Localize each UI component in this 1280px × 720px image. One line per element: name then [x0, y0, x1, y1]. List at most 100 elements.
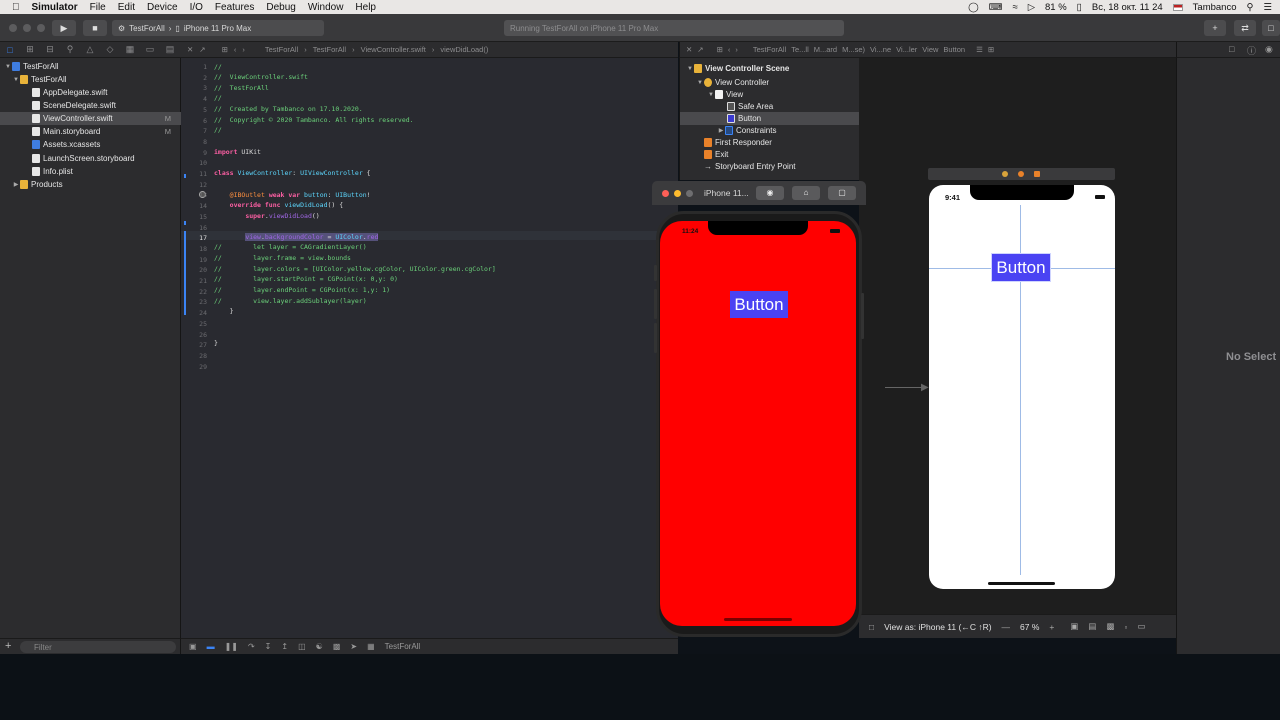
- view-as-label[interactable]: View as: iPhone 11 (←C ↑R): [884, 622, 991, 632]
- line-number[interactable]: 29: [181, 363, 207, 371]
- line-number[interactable]: 10: [181, 159, 207, 167]
- ib-breadcrumb-3[interactable]: M...se): [842, 45, 865, 54]
- nav-item-appdelegate[interactable]: AppDelegate.swift: [0, 86, 181, 99]
- nav-item-viewcontroller[interactable]: ViewController.swift M: [0, 112, 181, 125]
- line-number[interactable]: 17: [181, 234, 207, 242]
- code-review-button[interactable]: ⇄: [1234, 20, 1256, 36]
- battery-percent[interactable]: 81 %: [1045, 2, 1067, 13]
- outline-scene[interactable]: ▼ View Controller Scene: [680, 62, 860, 75]
- simulator-screen[interactable]: 11:24 Button: [660, 221, 856, 626]
- back-icon[interactable]: ‹: [728, 45, 731, 54]
- breakpoints-toggle-icon[interactable]: ▬: [207, 642, 215, 651]
- disclosure-closed-icon[interactable]: ▶: [12, 181, 20, 188]
- step-in-icon[interactable]: ↧: [265, 642, 272, 651]
- disclosure-open-icon[interactable]: ▼: [696, 80, 704, 86]
- debug-icon[interactable]: ▦: [120, 44, 140, 55]
- ib-breadcrumb-5[interactable]: Vi...ler: [896, 45, 917, 54]
- keyboard-icon[interactable]: ⌨: [989, 2, 1003, 13]
- breadcrumb-group[interactable]: TestForAll: [313, 45, 346, 54]
- storyboard-button[interactable]: Button: [991, 253, 1051, 282]
- line-number[interactable]: 25: [181, 320, 207, 328]
- line-number[interactable]: 27: [181, 341, 207, 349]
- resolve-icon[interactable]: ▭: [1138, 621, 1146, 632]
- line-number[interactable]: 16: [181, 224, 207, 232]
- disclosure-closed-icon[interactable]: ▶: [717, 127, 725, 134]
- menu-window[interactable]: Window: [308, 2, 344, 13]
- menu-file[interactable]: File: [90, 2, 106, 13]
- volume-icon[interactable]: ▷: [1028, 2, 1035, 13]
- line-number[interactable]: 13: [181, 191, 207, 199]
- close-window-button[interactable]: [9, 24, 17, 32]
- nav-item-assets[interactable]: Assets.xcassets: [0, 138, 181, 151]
- expand-icon[interactable]: ↗: [199, 45, 205, 54]
- breadcrumb-file[interactable]: ViewController.swift: [361, 45, 426, 54]
- step-over-icon[interactable]: ↷: [248, 642, 255, 651]
- help-icon[interactable]: ⓘ: [1247, 44, 1256, 57]
- battery-icon[interactable]: ▯: [1077, 2, 1082, 13]
- ib-breadcrumb-2[interactable]: M...ard: [814, 45, 837, 54]
- minimize-window-button[interactable]: [23, 24, 31, 32]
- memory-graph-icon[interactable]: ☯: [316, 642, 323, 651]
- panel-icon[interactable]: ⊞: [988, 45, 994, 54]
- line-number[interactable]: 4: [181, 95, 207, 103]
- ib-breadcrumb-7[interactable]: Button: [943, 45, 965, 54]
- nav-item-launchscreen[interactable]: LaunchScreen.storyboard: [0, 152, 181, 165]
- breakpoint-icon[interactable]: ▭: [140, 44, 160, 55]
- scene-view[interactable]: 9:41 Button: [929, 185, 1115, 589]
- test-icon[interactable]: ◇: [100, 44, 120, 55]
- rotate-button[interactable]: ▢: [828, 186, 856, 200]
- breadcrumb-project[interactable]: TestForAll: [265, 45, 298, 54]
- outline-toggle-icon[interactable]: □: [869, 622, 874, 632]
- code-editor[interactable]: // // ViewController.swift // TestForAll…: [181, 58, 678, 638]
- align-icon[interactable]: ▩: [1106, 621, 1114, 632]
- app-button[interactable]: Button: [730, 291, 788, 318]
- folder-icon[interactable]: □: [0, 45, 20, 55]
- apple-menu-icon[interactable]: : [12, 2, 20, 13]
- forward-icon[interactable]: ›: [242, 45, 245, 54]
- back-icon[interactable]: ‹: [234, 45, 237, 54]
- debug-target[interactable]: TestForAll: [385, 642, 421, 651]
- line-number[interactable]: 2: [181, 74, 207, 82]
- hide-debug-area-icon[interactable]: ▣: [189, 642, 197, 651]
- menu-device[interactable]: Device: [147, 2, 178, 13]
- forward-icon[interactable]: ›: [735, 45, 738, 54]
- nav-item-products[interactable]: ▶ Products: [0, 178, 181, 191]
- scheme-selector[interactable]: ⚙ TestForAll › ▯ iPhone 11 Pro Max: [112, 20, 324, 36]
- warning-icon[interactable]: △: [80, 44, 100, 55]
- line-number[interactable]: 12: [181, 181, 207, 189]
- update-frames-icon[interactable]: ▣: [1070, 621, 1078, 632]
- disclosure-open-icon[interactable]: ▼: [4, 64, 12, 70]
- report-icon[interactable]: ▤: [160, 44, 180, 55]
- line-number[interactable]: 9: [181, 149, 207, 157]
- grid-icon[interactable]: ⊞: [222, 45, 228, 54]
- pin-icon[interactable]: ▫: [1124, 622, 1127, 632]
- stack-icon[interactable]: ▤: [1088, 621, 1096, 632]
- shield-icon[interactable]: ◯: [968, 2, 979, 13]
- breadcrumb-symbol[interactable]: viewDidLoad(): [440, 45, 488, 54]
- line-number[interactable]: 28: [181, 352, 207, 360]
- line-number[interactable]: 20: [181, 266, 207, 274]
- zoom-window-button[interactable]: [37, 24, 45, 32]
- menu-io[interactable]: I/O: [190, 2, 203, 13]
- zoom-out-icon[interactable]: —: [1002, 622, 1011, 632]
- expand-icon[interactable]: ↗: [697, 45, 703, 54]
- menu-features[interactable]: Features: [215, 2, 254, 13]
- outline-entry-point[interactable]: → Storyboard Entry Point: [680, 160, 860, 173]
- first-responder-dock-icon[interactable]: [1018, 171, 1024, 177]
- menu-debug[interactable]: Debug: [266, 2, 295, 13]
- close-window-button[interactable]: [662, 190, 669, 197]
- line-number[interactable]: 5: [181, 106, 207, 114]
- line-number[interactable]: 7: [181, 127, 207, 135]
- view-debugger-icon[interactable]: ◫: [298, 642, 306, 651]
- ib-breadcrumb-1[interactable]: Te...ll: [791, 45, 809, 54]
- nav-item-infoplist[interactable]: Info.plist: [0, 165, 181, 178]
- line-number[interactable]: 19: [181, 256, 207, 264]
- library-button[interactable]: +: [1204, 20, 1226, 36]
- close-editor-icon[interactable]: ✕: [187, 45, 193, 54]
- zoom-window-button[interactable]: [686, 190, 693, 197]
- nav-item-project[interactable]: ▼ TestForAll: [0, 60, 181, 73]
- run-button[interactable]: ▶: [52, 20, 76, 36]
- line-number[interactable]: 11: [181, 170, 207, 178]
- line-number[interactable]: 23: [181, 298, 207, 306]
- line-number[interactable]: 26: [181, 331, 207, 339]
